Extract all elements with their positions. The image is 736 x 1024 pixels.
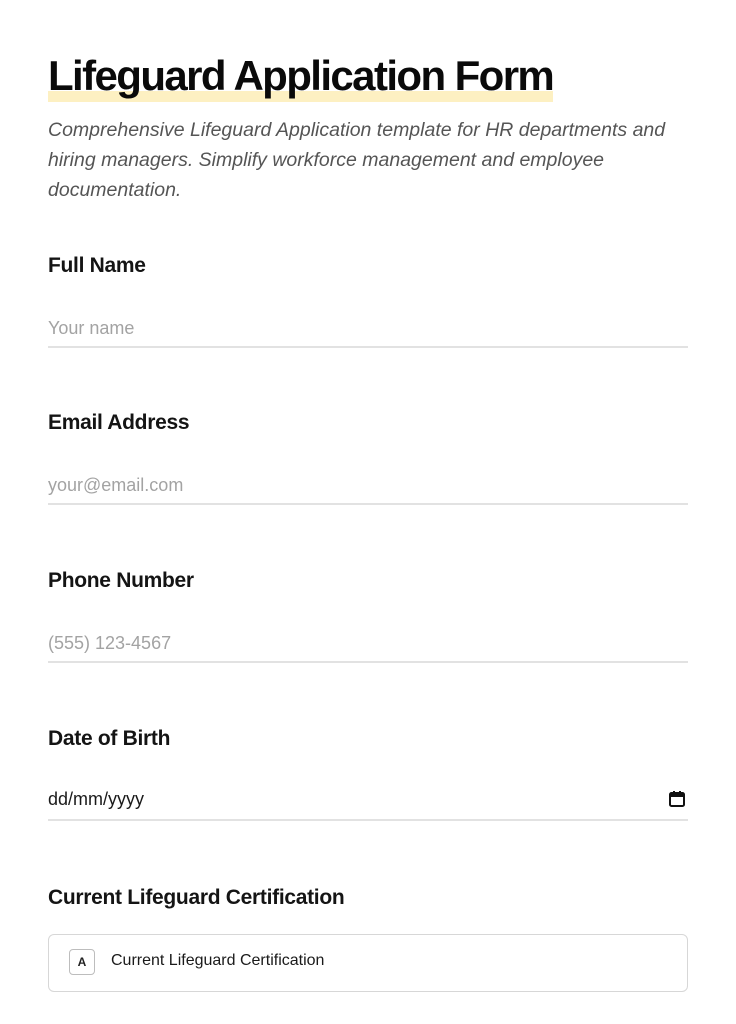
calendar-icon[interactable] <box>668 790 686 808</box>
option-label: Current Lifeguard Certification <box>111 952 325 969</box>
email-label: Email Address <box>48 411 190 434</box>
option-key-badge: A <box>69 949 95 975</box>
dob-value: dd/mm/yyyy <box>48 789 145 809</box>
form-title: Lifeguard Application Form <box>48 52 555 99</box>
dob-input[interactable]: dd/mm/yyyy <box>48 783 688 821</box>
full-name-label: Full Name <box>48 254 146 277</box>
form-title-wrap: Lifeguard Application Form <box>48 50 555 102</box>
full-name-input[interactable] <box>48 310 688 348</box>
email-input[interactable] <box>48 467 688 505</box>
phone-label: Phone Number <box>48 569 194 592</box>
form-subtitle: Comprehensive Lifeguard Application temp… <box>48 119 666 201</box>
certification-option-a[interactable]: A Current Lifeguard Certification <box>48 934 688 992</box>
dob-label: Date of Birth <box>48 727 171 750</box>
certification-label: Current Lifeguard Certification <box>48 886 345 909</box>
phone-input[interactable] <box>48 625 688 663</box>
